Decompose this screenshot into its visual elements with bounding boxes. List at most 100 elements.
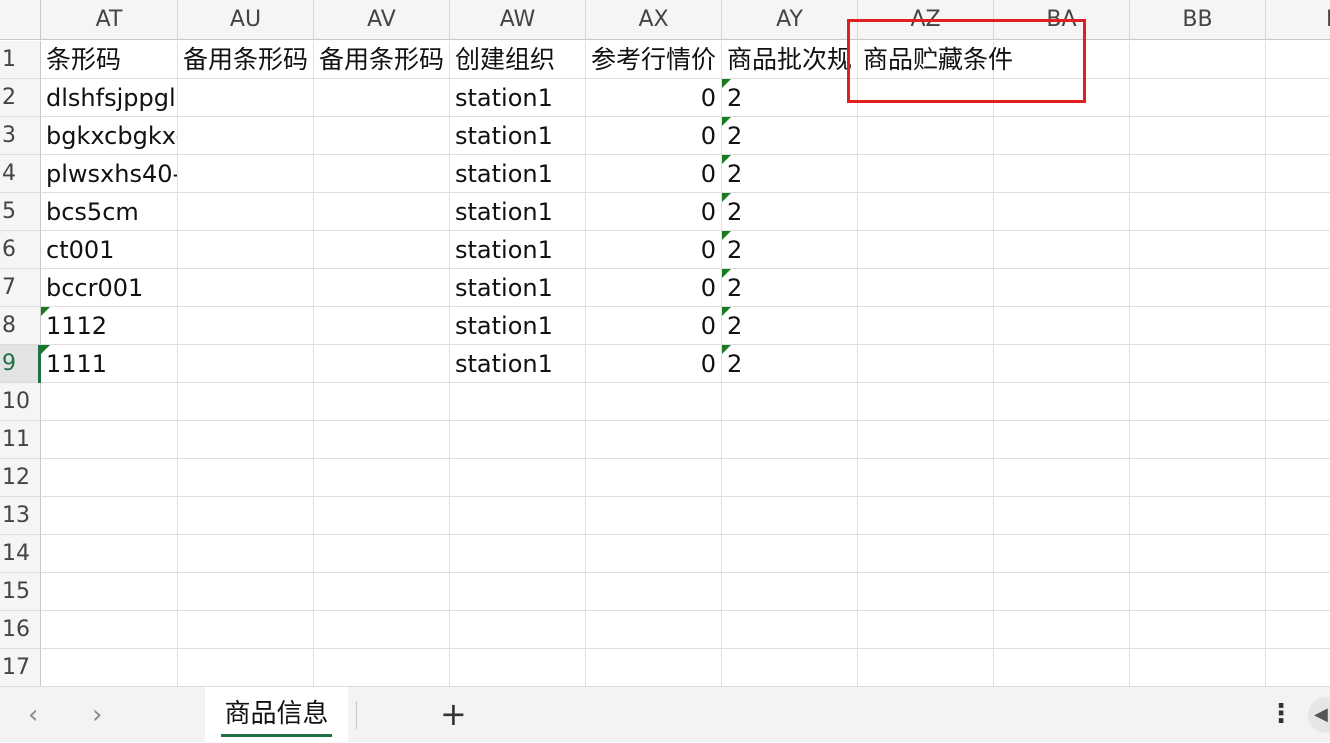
cell-empty[interactable] xyxy=(41,421,178,459)
row-header-17[interactable]: 17 xyxy=(0,649,41,686)
cell-empty[interactable] xyxy=(994,459,1130,497)
chevron-left-icon[interactable]: ‹ xyxy=(28,701,38,729)
cell-au1[interactable]: 备用条形码 xyxy=(178,41,314,79)
cell-empty[interactable] xyxy=(1130,497,1266,535)
cell-empty[interactable] xyxy=(41,383,178,421)
cell-empty[interactable] xyxy=(1266,611,1330,649)
cell-ay1[interactable]: 商品批次规 xyxy=(722,41,858,79)
row-header-4[interactable]: 4 xyxy=(0,155,41,193)
cell-empty[interactable] xyxy=(858,345,994,383)
cell-ax6[interactable]: 0 xyxy=(586,231,722,269)
cell-empty[interactable] xyxy=(722,459,858,497)
cell-empty[interactable] xyxy=(314,649,450,686)
cell-empty[interactable] xyxy=(41,535,178,573)
cell-empty[interactable] xyxy=(450,535,586,573)
cell-empty[interactable] xyxy=(858,573,994,611)
cell-empty[interactable] xyxy=(1130,535,1266,573)
cell-empty[interactable] xyxy=(1130,345,1266,383)
cell-empty[interactable] xyxy=(858,79,994,117)
cell-at8[interactable]: 1112 xyxy=(41,307,178,345)
cell-empty[interactable] xyxy=(722,497,858,535)
cell-empty[interactable] xyxy=(314,117,450,155)
cell-empty[interactable] xyxy=(1130,307,1266,345)
row-header-16[interactable]: 16 xyxy=(0,611,41,649)
cell-empty[interactable] xyxy=(586,611,722,649)
cell-empty[interactable] xyxy=(722,649,858,686)
cell-at9[interactable]: 1111 xyxy=(41,345,178,383)
cell-empty[interactable] xyxy=(314,535,450,573)
cell-empty[interactable] xyxy=(1266,307,1330,345)
cell-empty[interactable] xyxy=(994,307,1130,345)
chevron-right-icon[interactable]: › xyxy=(92,701,102,729)
cell-empty[interactable] xyxy=(450,497,586,535)
cell-ax7[interactable]: 0 xyxy=(586,269,722,307)
cell-empty[interactable] xyxy=(1130,421,1266,459)
cell-aw7[interactable]: station1 xyxy=(450,269,586,307)
cell-empty[interactable] xyxy=(858,383,994,421)
cell-empty[interactable] xyxy=(1130,611,1266,649)
cell-empty[interactable] xyxy=(994,649,1130,686)
col-header-az[interactable]: AZ xyxy=(858,0,994,40)
cell-empty[interactable] xyxy=(178,497,314,535)
cell-empty[interactable] xyxy=(858,155,994,193)
cell-empty[interactable] xyxy=(314,307,450,345)
cell-empty[interactable] xyxy=(41,459,178,497)
cell-ay6[interactable]: 2 xyxy=(722,231,858,269)
cell-empty[interactable] xyxy=(178,307,314,345)
cell-empty[interactable] xyxy=(314,573,450,611)
cell-empty[interactable] xyxy=(1266,535,1330,573)
cell-empty[interactable] xyxy=(450,459,586,497)
cell-empty[interactable] xyxy=(41,611,178,649)
cell-empty[interactable] xyxy=(1266,573,1330,611)
cell-empty[interactable] xyxy=(450,649,586,686)
cell-empty[interactable] xyxy=(994,79,1130,117)
cell-empty[interactable] xyxy=(1266,193,1330,231)
row-header-13[interactable]: 13 xyxy=(0,497,41,535)
cell-empty[interactable] xyxy=(1266,117,1330,155)
cell-empty[interactable] xyxy=(1266,649,1330,686)
cell-empty[interactable] xyxy=(178,117,314,155)
cell-empty[interactable] xyxy=(1266,497,1330,535)
cell-aw2[interactable]: station1 xyxy=(450,79,586,117)
add-sheet-button[interactable]: + xyxy=(440,697,467,731)
cell-at5[interactable]: bcs5cm xyxy=(41,193,178,231)
cell-empty[interactable] xyxy=(178,231,314,269)
row-header-15[interactable]: 15 xyxy=(0,573,41,611)
cell-empty[interactable] xyxy=(1130,573,1266,611)
cell-empty[interactable] xyxy=(178,79,314,117)
cell-empty[interactable] xyxy=(450,421,586,459)
cell-aw9[interactable]: station1 xyxy=(450,345,586,383)
cell-empty[interactable] xyxy=(1130,79,1266,117)
cell-empty[interactable] xyxy=(586,383,722,421)
cell-empty[interactable] xyxy=(1130,41,1266,79)
cell-empty[interactable] xyxy=(586,649,722,686)
row-header-14[interactable]: 14 xyxy=(0,535,41,573)
cell-az1[interactable]: 商品贮藏条件 xyxy=(858,41,1013,79)
spreadsheet-grid[interactable]: AT AU AV AW AX AY AZ BA BB B 1 2 3 4 5 6… xyxy=(0,0,1330,686)
cell-empty[interactable] xyxy=(314,421,450,459)
cell-at3[interactable]: bgkxcbgkxcbg xyxy=(41,117,178,155)
cell-empty[interactable] xyxy=(1266,421,1330,459)
more-options-icon[interactable]: ⋮ xyxy=(1268,699,1294,729)
cell-empty[interactable] xyxy=(858,535,994,573)
cell-ay2[interactable]: 2 xyxy=(722,79,858,117)
cell-empty[interactable] xyxy=(994,41,1130,79)
cell-at1[interactable]: 条形码 xyxy=(41,41,178,79)
row-header-6[interactable]: 6 xyxy=(0,231,41,269)
cell-aw3[interactable]: station1 xyxy=(450,117,586,155)
cell-empty[interactable] xyxy=(994,193,1130,231)
cell-empty[interactable] xyxy=(1266,79,1330,117)
cell-empty[interactable] xyxy=(722,535,858,573)
col-header-ba[interactable]: BA xyxy=(994,0,1130,40)
cell-aw5[interactable]: station1 xyxy=(450,193,586,231)
cell-empty[interactable] xyxy=(41,573,178,611)
cell-at2[interactable]: dlshfsjppgllll xyxy=(41,79,178,117)
cell-empty[interactable] xyxy=(178,573,314,611)
cell-empty[interactable] xyxy=(858,649,994,686)
row-header-9[interactable]: 9 xyxy=(0,345,41,383)
cell-empty[interactable] xyxy=(178,269,314,307)
cell-empty[interactable] xyxy=(1130,193,1266,231)
cell-empty[interactable] xyxy=(1266,269,1330,307)
row-header-3[interactable]: 3 xyxy=(0,117,41,155)
cell-ax3[interactable]: 0 xyxy=(586,117,722,155)
